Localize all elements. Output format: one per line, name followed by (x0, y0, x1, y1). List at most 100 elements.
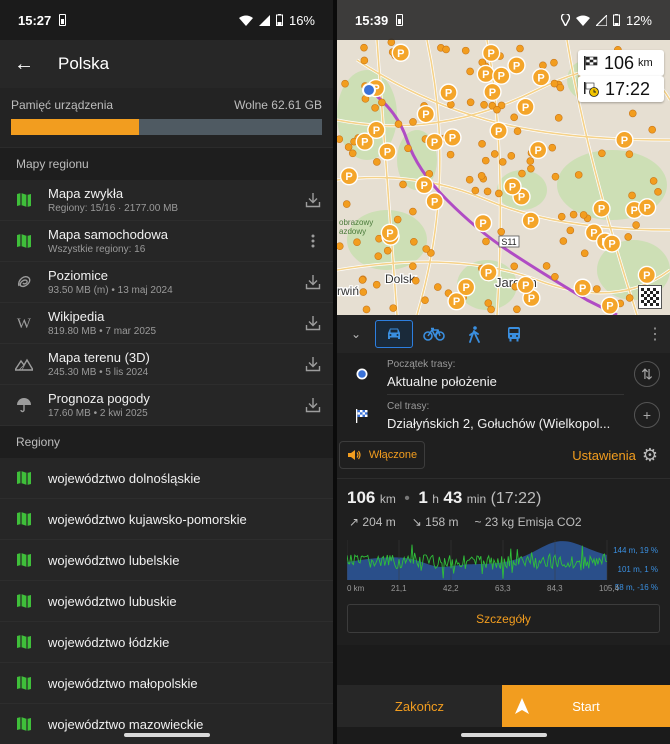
download-icon[interactable] (293, 315, 333, 331)
region-item[interactable]: województwo małopolskie (0, 663, 333, 704)
chart-x-tick: 63,3 (495, 584, 511, 593)
summary-distance: 106 (347, 488, 376, 507)
voice-toggle-button[interactable]: Włączone (339, 441, 425, 469)
mode-pedestrian[interactable] (455, 320, 493, 348)
voice-toggle-label: Włączone (368, 449, 418, 461)
svg-text:P: P (534, 145, 541, 157)
more-options-icon[interactable]: ⋮ (640, 324, 670, 344)
poi-dot (471, 186, 480, 195)
region-item[interactable]: województwo kujawsko-pomorskie (0, 499, 333, 540)
map-icon (0, 192, 48, 208)
svg-text:P: P (384, 147, 391, 159)
download-icon[interactable] (293, 356, 333, 372)
poi-dot (550, 79, 559, 88)
region-item[interactable]: województwo lubelskie (0, 540, 333, 581)
gear-icon[interactable]: ⚙ (642, 445, 658, 466)
poi-dot (372, 280, 381, 289)
poi-dot (373, 158, 381, 166)
mode-bicycle[interactable] (415, 320, 453, 348)
poi-dot (483, 187, 492, 196)
storage-bar-fill (11, 119, 139, 135)
map-type-item[interactable]: W Wikipedia 819.80 MB • 7 mar 2025 (0, 303, 333, 344)
signal-icon (595, 14, 607, 26)
parking-marker: P (447, 292, 466, 311)
terrain-icon (0, 357, 48, 371)
poi-dot (482, 237, 490, 246)
descent-icon: ↘ (411, 515, 422, 529)
poi-dot (527, 164, 535, 173)
poi-dot (442, 45, 450, 54)
region-item[interactable]: województwo dolnośląskie (0, 458, 333, 499)
poi-dot (569, 210, 578, 219)
status-bar: 15:27 16% (0, 0, 333, 40)
emission-stat: ~ 23 kg Emisja CO2 (474, 515, 582, 529)
svg-text:P: P (522, 102, 529, 114)
download-icon[interactable] (293, 192, 333, 208)
mode-car[interactable] (375, 320, 413, 348)
swap-route-button[interactable]: ⇅ (634, 361, 660, 387)
poi-dot (498, 158, 507, 166)
poi-dot (593, 285, 601, 293)
download-icon[interactable] (293, 397, 333, 413)
pedestrian-icon (469, 325, 480, 343)
parking-marker: P (439, 83, 458, 102)
parking-marker: P (425, 132, 444, 152)
plus-icon: + (642, 407, 652, 423)
finish-button[interactable]: Zakończ (337, 685, 502, 727)
poi-dot (490, 150, 499, 158)
map-type-item[interactable]: Mapa terenu (3D) 245.30 MB • 5 lis 2024 (0, 344, 333, 385)
gesture-nav-handle[interactable] (124, 733, 210, 737)
map-type-details: 819.80 MB • 7 mar 2025 (48, 326, 157, 337)
poi-dot (337, 135, 344, 143)
distance-widget[interactable]: 106 km (578, 50, 664, 76)
route-destination[interactable]: Cel trasy: Działyńskich 2, Gołuchów (Wie… (337, 396, 670, 436)
map-type-item[interactable]: Prognoza pogody 17.60 MB • 2 kwi 2025 (0, 385, 333, 426)
map-view[interactable]: S11 Dolsk Jarocin rwiń obrazowy azdowy P P P P P P P… (337, 0, 670, 315)
arrival-widget[interactable]: 17:22 (578, 76, 664, 102)
mode-bus[interactable] (495, 320, 533, 348)
parking-marker: P (503, 177, 522, 196)
poi-dot (510, 262, 519, 271)
svg-text:P: P (485, 267, 492, 279)
map-type-item[interactable]: Mapa zwykła Regiony: 15/16 · 2177.00 MB (0, 180, 333, 221)
poi-dot (548, 143, 557, 152)
map-type-item[interactable]: Mapa samochodowa Wszystkie regiony: 16 (0, 221, 333, 262)
region-item[interactable]: województwo mazowieckie (0, 704, 333, 744)
summary-hours-unit: h (432, 492, 439, 506)
summary-separator: • (404, 490, 410, 507)
add-waypoint-button[interactable]: + (634, 402, 660, 428)
map-canvas[interactable]: S11Dolsk JarocinrwińobrazowyazdowyPPPPPPP… (337, 0, 670, 315)
descent-stat: ↘ 158 m (411, 515, 459, 529)
parking-marker: P (492, 66, 511, 85)
route-start[interactable]: Początek trasy: Aktualne położenie ⇅ (337, 354, 670, 394)
parking-marker: P (391, 43, 411, 62)
download-icon[interactable] (293, 274, 333, 290)
map-type-name: Prognoza pogody (48, 391, 150, 406)
place-label: rwiń (337, 284, 359, 298)
map-layers-button[interactable] (638, 285, 662, 309)
svg-text:P: P (482, 69, 489, 81)
region-name: województwo łódzkie (48, 634, 170, 650)
region-item[interactable]: województwo łódzkie (0, 622, 333, 663)
poi-dot (344, 143, 353, 151)
region-item[interactable]: województwo lubuskie (0, 581, 333, 622)
poi-dot (466, 67, 474, 76)
details-button[interactable]: Szczegóły (347, 604, 660, 633)
start-button[interactable]: Start (502, 685, 670, 727)
more-icon[interactable] (293, 234, 333, 248)
route-summary: 106 km • 1 h 43 min (17:22) (347, 488, 541, 508)
parking-marker: P (507, 56, 526, 75)
parking-marker: P (615, 130, 634, 150)
svg-text:P: P (487, 48, 494, 60)
gesture-nav-handle-right[interactable] (461, 733, 547, 737)
back-arrow-icon[interactable]: ← (14, 53, 46, 76)
chart-label-min: 58 m, -16 % (614, 583, 658, 592)
settings-link[interactable]: Ustawienia (572, 448, 636, 463)
collapse-chevron-icon[interactable]: ⌄ (337, 327, 375, 341)
map-type-item[interactable]: Poziomice 93.50 MB (m) • 13 maj 2024 (0, 262, 333, 303)
parking-marker: P (476, 64, 495, 84)
poi-dot (477, 172, 486, 180)
poi-dot (566, 226, 575, 235)
parking-marker: P (378, 142, 397, 161)
poi-dot (404, 144, 412, 153)
